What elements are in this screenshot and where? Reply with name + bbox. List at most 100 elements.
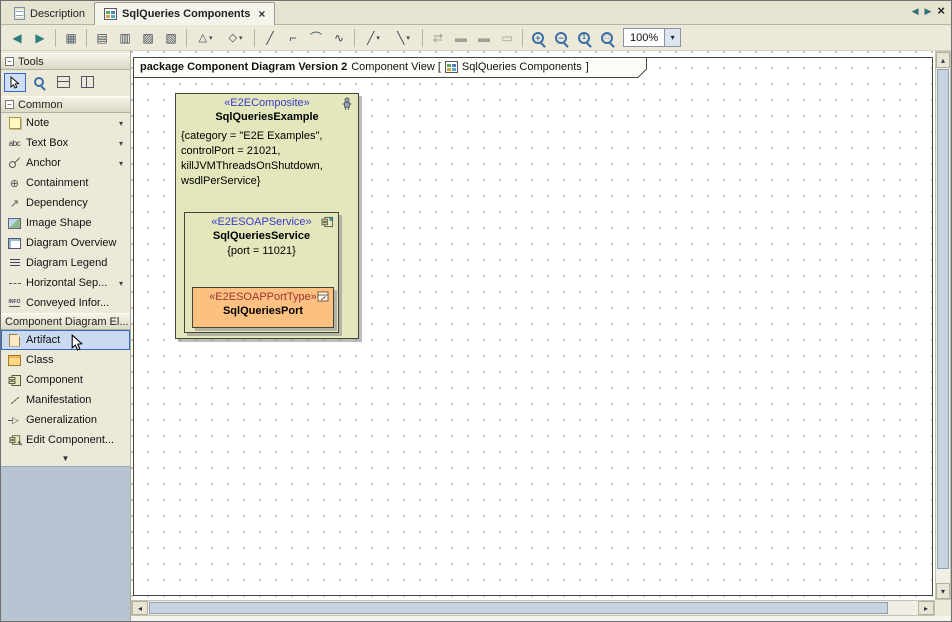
sidebar-item-note[interactable]: Note [1,113,130,133]
layout-button[interactable] [191,28,220,48]
paste-special-button[interactable] [160,28,182,48]
item-label: Edit Component... [26,434,126,446]
previous-diagram-button[interactable] [912,5,919,17]
sidebar-item-anchor[interactable]: Anchor [1,153,130,173]
make-same-width-button[interactable] [450,28,472,48]
vertical-split-tool-button[interactable] [76,73,98,92]
sidebar-item-component[interactable]: Component [1,370,130,390]
port-sqlqueriesport-box[interactable]: «E2ESOAPPortType» SqlQueriesPort [192,287,334,328]
sidebar-item-diagram-overview[interactable]: Diagram Overview [1,233,130,253]
make-same-size-button[interactable] [496,28,518,48]
sidebar-item-class[interactable]: Class [1,350,130,370]
swap-elements-button[interactable] [427,28,449,48]
note-icon [7,116,22,130]
service-sqlqueriesservice-box[interactable]: «E2ESOAPService» SqlQueriesService {port… [184,212,339,333]
bottom-strip [131,616,935,621]
chevron-down-icon[interactable] [116,117,126,129]
horizontal-scroll-thumb[interactable] [149,602,888,614]
sidebar-item-manifestation[interactable]: Manifestation [1,390,130,410]
make-same-height-button[interactable] [473,28,495,48]
vertical-scroll-track[interactable] [936,68,950,583]
remove-line-point-button[interactable] [389,28,418,48]
copy-button[interactable] [91,28,113,48]
horizontal-scroll-track[interactable] [148,601,918,615]
oblique-line-button[interactable] [259,28,281,48]
e2e-composite-icon [340,97,354,114]
sidebar-item-horizontal-separator[interactable]: Horizontal Sep... [1,273,130,293]
frame-close-bracket: ] [586,61,589,73]
sidebar-item-generalization[interactable]: Generalization [1,410,130,430]
scroll-right-button[interactable] [918,601,934,615]
diagram-canvas[interactable]: package Component Diagram Version 2 Comp… [131,51,935,600]
spline-line-button[interactable] [328,28,350,48]
toolbar-separator [522,29,523,47]
display-options-button[interactable] [60,28,82,48]
back-button[interactable] [6,28,28,48]
tab-label: SqlQueries Components [122,8,250,20]
sidebar-item-artifact[interactable]: Artifact [1,330,130,350]
sidebar-item-conveyed-information[interactable]: Conveyed Infor... [1,293,130,313]
sidebar-item-dependency[interactable]: Dependency [1,193,130,213]
diagram-palette-sidebar: Tools Common Note Te [1,51,131,621]
next-diagram-button[interactable] [924,5,931,17]
quick-layout-button[interactable] [221,28,250,48]
content-area: Tools Common Note Te [1,51,951,621]
forward-button[interactable] [29,28,51,48]
tab-description[interactable]: Description [5,3,94,24]
section-header-component-diagram-elements[interactable]: Component Diagram El... [1,313,130,330]
item-label: Diagram Overview [26,237,126,249]
chevron-down-icon[interactable] [116,157,126,169]
zoom-in-button[interactable] [527,28,549,48]
zoom-1-1-button[interactable] [573,28,595,48]
tab-label: Description [30,8,85,20]
collapse-icon[interactable] [5,100,14,109]
component-diagram-icon [104,8,117,20]
chevron-down-icon[interactable] [664,29,680,46]
description-icon [14,7,25,20]
sidebar-item-diagram-legend[interactable]: Diagram Legend [1,253,130,273]
magnifier-tool-button[interactable] [28,73,50,92]
item-label: Conveyed Infor... [26,297,126,309]
toolbar-separator [422,29,423,47]
rectilinear-line-button[interactable] [282,28,304,48]
close-all-button[interactable] [937,3,945,18]
section-header-common[interactable]: Common [1,96,130,113]
horizontal-split-tool-button[interactable] [52,73,74,92]
more-elements-button[interactable] [62,452,70,464]
zoom-out-button[interactable] [550,28,572,48]
artifact-icon [7,333,22,347]
generalization-icon [7,413,22,427]
tab-sqlqueries-components[interactable]: SqlQueries Components [94,2,275,25]
paste-button[interactable] [114,28,136,48]
class-icon [7,353,22,367]
chevron-down-icon[interactable] [116,277,126,289]
sidebar-item-edit-component[interactable]: Edit Component... [1,430,130,450]
sidebar-item-image-shape[interactable]: Image Shape [1,213,130,233]
frame-header-text: package Component Diagram Version 2 Comp… [140,57,589,77]
item-label: Generalization [26,414,126,426]
collapse-icon[interactable] [5,57,14,66]
stereotype-label: «E2ESOAPPortType» [193,288,333,303]
zoom-out-icon [555,32,567,44]
vertical-scroll-thumb[interactable] [937,69,949,569]
section-header-tools[interactable]: Tools [1,53,130,70]
edit-component-icon [7,433,22,447]
zoom-fit-button[interactable] [596,28,618,48]
add-line-point-button[interactable] [359,28,388,48]
scroll-down-button[interactable] [936,583,950,599]
horizontal-scrollbar[interactable] [131,600,935,616]
bezier-line-button[interactable] [305,28,327,48]
sidebar-item-text-box[interactable]: Text Box [1,133,130,153]
zoom-level-select[interactable]: 100% [623,28,681,47]
vertical-scrollbar[interactable] [935,51,951,600]
select-tool-button[interactable] [4,73,26,92]
sidebar-item-containment[interactable]: Containment [1,173,130,193]
close-tab-icon[interactable] [255,7,265,21]
toolbar-separator [86,29,87,47]
chevron-down-icon[interactable] [116,137,126,149]
scroll-left-button[interactable] [132,601,148,615]
composite-sqlqueriesexample-box[interactable]: «E2EComposite» SqlQueriesExample {catego… [175,93,359,339]
diagram-tab-bar: Description SqlQueries Components [1,1,951,25]
copy-image-button[interactable] [137,28,159,48]
scroll-up-button[interactable] [936,52,950,68]
